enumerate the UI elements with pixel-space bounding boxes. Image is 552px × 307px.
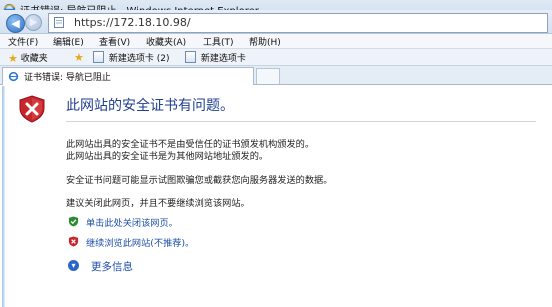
menu-tools[interactable]: 工具(T) — [203, 35, 234, 48]
menu-edit[interactable]: 编辑(E) — [53, 35, 84, 48]
favorite-link-label: 新建选项卡 — [200, 54, 246, 64]
forward-button[interactable]: ▶ — [25, 14, 42, 31]
favorite-link-new-tab[interactable]: 新建选项卡 — [185, 51, 246, 64]
favorite-link-label: 新建选项卡 (2) — [108, 54, 170, 64]
continue-link-label[interactable]: 继续浏览此网站(不推荐)。 — [86, 235, 194, 249]
page-icon — [185, 51, 196, 63]
error-shield-icon — [19, 95, 45, 123]
divider — [66, 121, 536, 122]
menu-help[interactable]: 帮助(H) — [249, 35, 281, 48]
address-input[interactable]: https://172.18.10.98/ — [48, 13, 548, 33]
warning-text: 安全证书问题可能显示试图欺骗您或截获您向服务器发送的数据。 — [66, 175, 333, 186]
add-star-icon: ★ — [74, 51, 84, 64]
address-url: https://172.18.10.98/ — [74, 16, 191, 29]
close-page-link-label[interactable]: 单击此处关闭该网页。 — [86, 215, 178, 229]
left-accent-band — [2, 86, 5, 307]
tab-certificate-error[interactable]: 证书错误: 导航已阻止 — [2, 67, 254, 85]
tab-bar: 证书错误: 导航已阻止 — [0, 66, 552, 85]
menu-bar: 文件(F) 编辑(E) 查看(V) 收藏夹(A) 工具(T) 帮助(H) — [0, 34, 552, 49]
ie-page-icon — [8, 71, 19, 82]
menu-view[interactable]: 查看(V) — [99, 35, 130, 48]
red-shield-x-icon — [68, 236, 79, 247]
page-icon — [54, 17, 64, 28]
favorites-bar: ★ 收藏夹 ★ 新建选项卡 (2) 新建选项卡 — [0, 49, 552, 66]
menu-favorites[interactable]: 收藏夹(A) — [146, 35, 186, 48]
more-info-label[interactable]: 更多信息 — [91, 259, 133, 274]
new-tab-button[interactable] — [256, 68, 280, 84]
back-button[interactable]: ◀ — [6, 14, 25, 33]
reason-line-2: 此网站出具的安全证书是为其他网站地址颁发的。 — [66, 151, 269, 162]
page-icon — [93, 51, 104, 63]
menu-file[interactable]: 文件(F) — [8, 35, 38, 48]
recommendation-text: 建议关闭此网页，并且不要继续浏览该网站。 — [66, 198, 250, 209]
tab-label: 证书错误: 导航已阻止 — [24, 73, 111, 83]
favorites-button[interactable]: ★ 收藏夹 — [8, 51, 48, 65]
green-shield-check-icon — [68, 216, 79, 227]
chevron-down-icon: ▾ — [68, 260, 79, 271]
page-title: 此网站的安全证书有问题。 — [66, 98, 234, 114]
add-favorite-button[interactable]: ★ — [74, 51, 84, 64]
star-icon: ★ — [8, 52, 18, 65]
favorites-label: 收藏夹 — [20, 54, 48, 64]
favorite-link-new-tab-2[interactable]: 新建选项卡 (2) — [93, 51, 170, 64]
